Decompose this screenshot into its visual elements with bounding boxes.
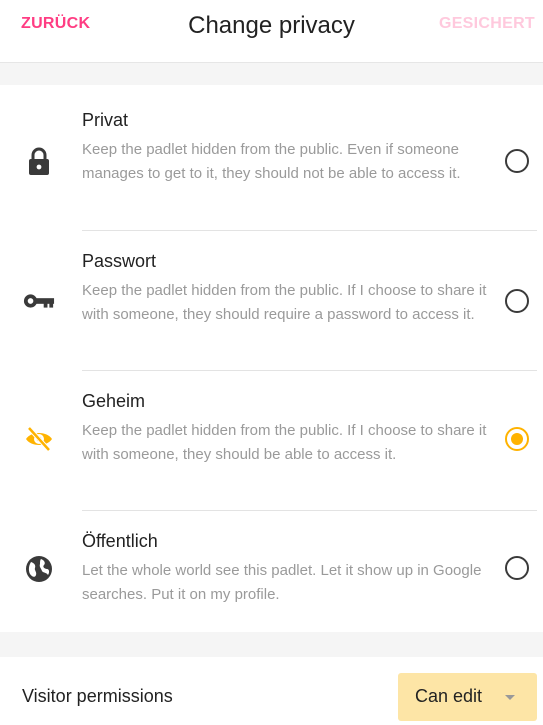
selected-permission: Can edit (415, 686, 483, 706)
option-oeffentlich[interactable]: Öffentlich Let the whole world see this … (0, 511, 543, 631)
radio-oeffentlich[interactable] (505, 556, 529, 580)
key-icon (23, 285, 55, 317)
option-privat[interactable]: Privat Keep the padlet hidden from the p… (0, 90, 543, 230)
option-description: Keep the padlet hidden from the public. … (82, 282, 487, 323)
option-description: Let the whole world see this padlet. Let… (82, 562, 482, 603)
save-button: GESICHERT (438, 15, 535, 32)
radio-geheim[interactable] (505, 427, 529, 451)
caret-down-icon (505, 695, 515, 700)
globe-icon (23, 553, 55, 585)
lock-icon (23, 146, 55, 178)
section-gap (0, 63, 543, 85)
option-geheim[interactable]: Geheim Keep the padlet hidden from the p… (0, 371, 543, 511)
eye-off-icon (23, 423, 55, 455)
option-passwort[interactable]: Passwort Keep the padlet hidden from the… (0, 231, 543, 371)
visitor-permissions-label: Visitor permissions (22, 686, 173, 706)
option-title: Öffentlich (82, 531, 158, 551)
option-description: Keep the padlet hidden from the public. … (82, 141, 461, 182)
section-gap (0, 632, 543, 657)
visitor-permission-select[interactable]: Can edit (398, 673, 537, 721)
option-title: Privat (82, 110, 129, 130)
option-description: Keep the padlet hidden from the public. … (82, 422, 487, 463)
radio-passwort[interactable] (505, 289, 529, 313)
visitor-permissions-row: Visitor permissions Can edit (0, 657, 543, 725)
privacy-page: ZURÜCK Change privacy GESICHERT Privat K… (0, 0, 543, 725)
option-title: Geheim (82, 391, 146, 411)
header-bar: ZURÜCK Change privacy GESICHERT (0, 0, 543, 63)
radio-privat[interactable] (505, 149, 529, 173)
option-title: Passwort (82, 251, 157, 271)
